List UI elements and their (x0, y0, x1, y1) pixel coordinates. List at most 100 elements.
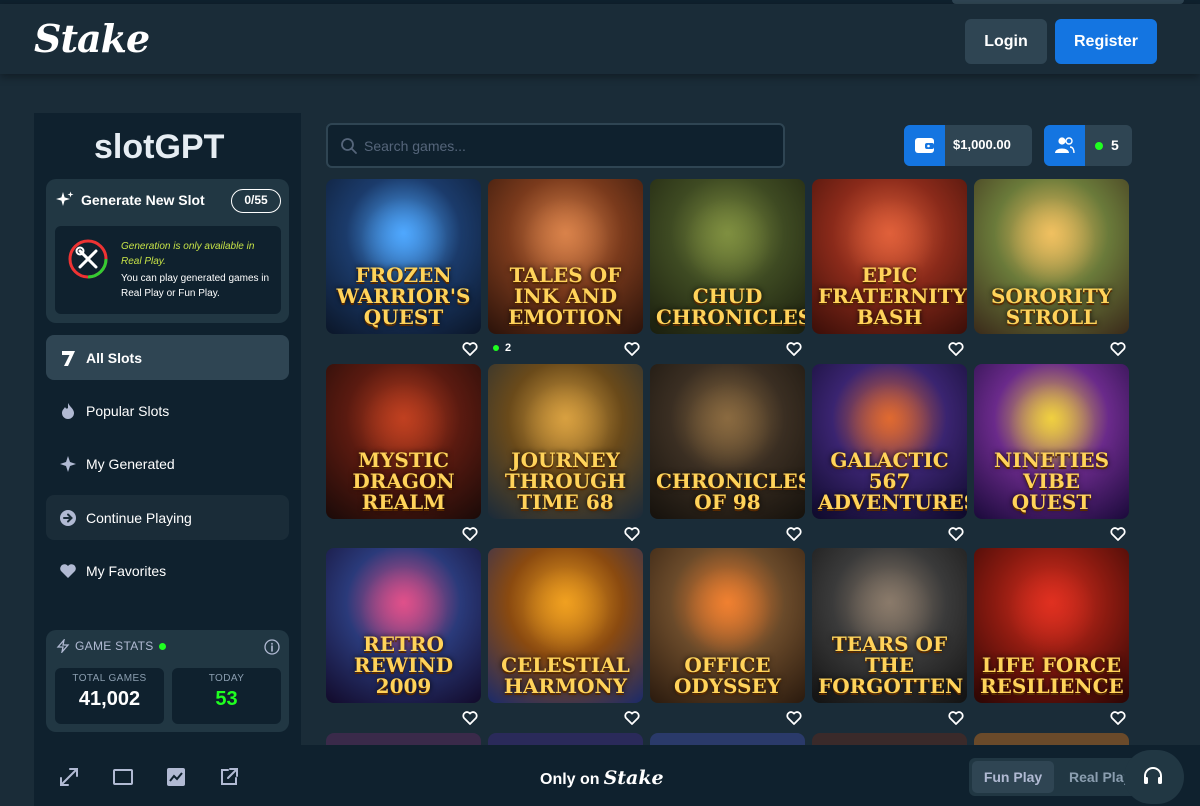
sparkle-icon (60, 455, 76, 472)
game-tile-partial[interactable] (812, 733, 967, 745)
today-label: TODAY (208, 673, 245, 684)
search-input[interactable] (364, 135, 764, 157)
arrow-circle-icon (60, 509, 76, 526)
favorite-heart-icon[interactable] (786, 341, 802, 357)
favorite-heart-icon[interactable] (624, 710, 640, 726)
game-tile[interactable]: CHUD CHRONICLES (650, 179, 805, 334)
game-artwork (1008, 197, 1096, 285)
total-games-value: 41,002 (78, 688, 141, 710)
game-artwork (684, 197, 772, 285)
fullscreen-icon[interactable] (58, 766, 80, 788)
game-tile-partial[interactable] (326, 733, 481, 745)
game-tile[interactable]: EPIC FRATERNITY BASH (812, 179, 967, 334)
game-title: OFFICE ODYSSEY (673, 653, 781, 698)
game-title: MYSTIC DRAGON REALM (352, 448, 455, 514)
search-box[interactable] (326, 123, 785, 168)
fun-play-toggle[interactable]: Fun Play (972, 761, 1054, 793)
info-icon[interactable] (264, 639, 280, 655)
stake-logo[interactable]: Stake (34, 16, 150, 61)
wallet-icon (915, 138, 934, 153)
today-value: 53 (215, 688, 238, 710)
headset-icon (1144, 767, 1162, 784)
game-title: GALACTIC 567 ADVENTURES (818, 448, 967, 514)
favorite-heart-icon[interactable] (948, 526, 964, 542)
heart-icon (60, 563, 76, 578)
generate-count-badge: 0/55 (231, 189, 281, 213)
game-artwork (684, 382, 772, 470)
only-on-label: Only on (540, 771, 600, 788)
game-tile[interactable]: LIFE FORCE RESILIENCE (974, 548, 1129, 703)
nav-continue-playing[interactable]: Continue Playing (46, 495, 289, 540)
game-tile[interactable]: SORORITY STROLL (974, 179, 1129, 334)
game-tile[interactable]: MYSTIC DRAGON REALM (326, 364, 481, 519)
game-tile[interactable]: GALACTIC 567 ADVENTURES (812, 364, 967, 519)
favorite-heart-icon[interactable] (1110, 710, 1126, 726)
only-on-logo: Stake (603, 767, 664, 789)
favorite-heart-icon[interactable] (786, 526, 802, 542)
favorite-heart-icon[interactable] (1110, 341, 1126, 357)
favorite-heart-icon[interactable] (948, 710, 964, 726)
users-icon-box (1044, 125, 1085, 166)
game-artwork (684, 566, 772, 654)
favorite-heart-icon[interactable] (624, 526, 640, 542)
game-tile[interactable]: CELESTIAL HARMONY (488, 548, 643, 703)
players-count: 5 (1111, 137, 1119, 153)
game-tile-partial[interactable] (488, 733, 643, 745)
game-tile[interactable]: TEARS OF THE FORGOTTEN (812, 548, 967, 703)
game-title: TEARS OF THE FORGOTTEN (818, 632, 964, 698)
game-title: EPIC FRATERNITY BASH (818, 263, 967, 329)
wallet-icon-box (904, 125, 945, 166)
nav-my-favorites[interactable]: My Favorites (46, 548, 289, 593)
game-tile-partial[interactable] (974, 733, 1129, 745)
game-title: JOURNEY THROUGH TIME 68 (504, 448, 627, 514)
register-button[interactable]: Register (1055, 19, 1157, 64)
game-tile[interactable]: FROZEN WARRIOR'S QUEST (326, 179, 481, 334)
game-tile[interactable]: JOURNEY THROUGH TIME 68 (488, 364, 643, 519)
generation-warning: Generation is only available in Real Pla… (121, 241, 255, 267)
search-icon (341, 138, 357, 154)
balance-display: $1,000.00 (904, 125, 1032, 166)
game-artwork (1008, 566, 1096, 654)
favorite-heart-icon[interactable] (1110, 526, 1126, 542)
site-header: Stake Login Register (0, 4, 1200, 74)
lightning-icon (56, 639, 70, 653)
favorite-heart-icon[interactable] (948, 341, 964, 357)
favorite-heart-icon[interactable] (462, 710, 478, 726)
only-on-stake: Only on Stake (540, 767, 664, 789)
slotgpt-brand: slotGPT (94, 128, 225, 166)
total-games-card: TOTAL GAMES 41,002 (55, 668, 164, 724)
flame-icon (62, 402, 74, 419)
stats-chart-icon[interactable] (165, 766, 187, 788)
nav-label: My Generated (86, 455, 175, 472)
game-tile[interactable]: TALES OF INK AND EMOTION (488, 179, 643, 334)
favorite-heart-icon[interactable] (786, 710, 802, 726)
support-chat-button[interactable] (1124, 750, 1184, 804)
favorite-heart-icon[interactable] (624, 341, 640, 357)
game-tile[interactable]: OFFICE ODYSSEY (650, 548, 805, 703)
game-title: CHRONICLES OF 98 (656, 469, 805, 514)
nav-my-generated[interactable]: My Generated (46, 441, 289, 486)
nav-all-slots[interactable]: All Slots (46, 335, 289, 380)
game-title: FROZEN WARRIOR'S QUEST (336, 263, 471, 329)
seven-icon (62, 350, 75, 366)
generate-slot-title[interactable]: Generate New Slot (81, 192, 205, 208)
theatre-mode-icon[interactable] (112, 766, 134, 788)
login-button[interactable]: Login (965, 19, 1047, 64)
favorite-heart-icon[interactable] (462, 526, 478, 542)
game-title: SORORITY STROLL (990, 284, 1113, 329)
game-title: NINETIES VIBE QUEST (993, 448, 1110, 514)
players-online: 5 (1044, 125, 1132, 166)
game-stats-title: GAME STATS (75, 639, 166, 653)
nav-label: My Favorites (86, 562, 167, 579)
game-tile[interactable]: CHRONICLES OF 98 (650, 364, 805, 519)
nav-popular-slots[interactable]: Popular Slots (46, 388, 289, 433)
game-title: CELESTIAL HARMONY (501, 653, 630, 698)
nav-label: Popular Slots (86, 402, 170, 419)
game-tile[interactable]: RETRO REWIND 2009 (326, 548, 481, 703)
game-title: CHUD CHRONICLES (656, 284, 805, 329)
game-tile[interactable]: NINETIES VIBE QUEST (974, 364, 1129, 519)
popout-icon[interactable] (218, 766, 240, 788)
game-tile-partial[interactable] (650, 733, 805, 745)
online-dot (1095, 142, 1103, 150)
favorite-heart-icon[interactable] (462, 341, 478, 357)
